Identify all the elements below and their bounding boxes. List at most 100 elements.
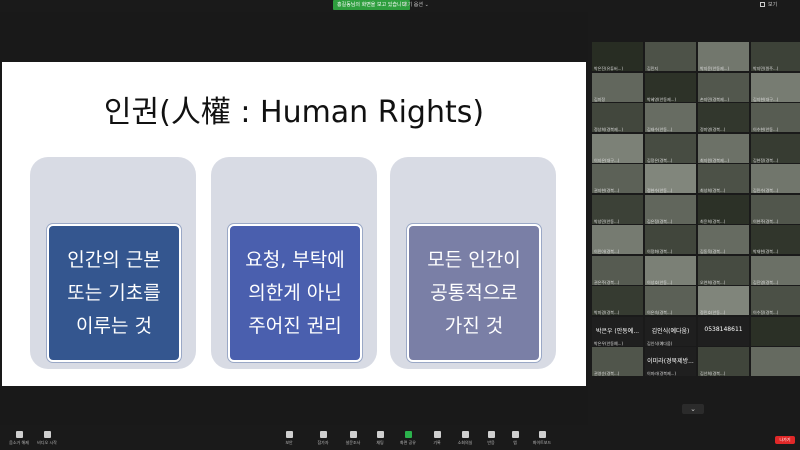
participant-tile[interactable]: 오연희(경북...) <box>698 255 749 285</box>
concept-line: 인간의 근본 <box>67 248 161 271</box>
participant-tile[interactable]: 박성민(안동...) <box>592 194 643 224</box>
participant-name-label: 정상희(경북제...) <box>594 127 624 132</box>
participant-display-name: 김인식(예다움) <box>651 327 690 335</box>
participant-name-label: 김동욱(경북...) <box>700 249 726 254</box>
participant-name-label: 박재현(경북...) <box>753 249 779 254</box>
participant-tile[interactable]: 정현수(안동...) <box>645 164 696 193</box>
participant-name-label: 손지민(경북제...) <box>700 96 730 102</box>
participant-tile[interactable]: 권영순(경북...) <box>592 347 643 376</box>
participant-name-label: 이지은(대구...) <box>594 157 620 163</box>
concept-card-1: 인간의 근본 또는 기초를 이루는 것 <box>30 157 196 369</box>
participant-tile[interactable]: 박은진(유튜버...) <box>592 42 643 71</box>
gallery-next-page-button[interactable]: ⌄ <box>682 404 704 414</box>
participant-tile[interactable]: 이은숙(경북...) <box>645 286 696 315</box>
fullscreen-label: 보기 <box>768 2 778 8</box>
participant-tile[interactable]: 권지현(경북...) <box>592 164 643 193</box>
participant-tile[interactable] <box>751 347 800 376</box>
participant-name-label: 김정은(경북...) <box>647 157 673 163</box>
participant-name-label: 이현주(경북...) <box>753 218 779 224</box>
participant-name-label: 정현수(안동...) <box>647 188 673 193</box>
participant-name-label: 김태수(안동...) <box>647 127 673 132</box>
leave-meeting-button[interactable]: 나가기 <box>775 436 795 444</box>
participant-name-label: 김미정 <box>594 96 606 102</box>
participant-tile[interactable]: 권은주(경북...) <box>592 255 643 285</box>
participant-tile[interactable]: 0538148611 <box>698 316 749 346</box>
participant-name-label: 김지현(대구...) <box>753 96 779 102</box>
whiteboard-icon <box>538 431 546 438</box>
participant-tile[interactable]: 김진영(경북...) <box>751 255 800 285</box>
participant-tile[interactable]: 박은우 (안동예... 박은우(안동예...) <box>592 316 643 346</box>
concept-line: 또는 기초를 <box>67 281 161 304</box>
participant-tile[interactable]: 김인식(예다움) 김인식(예다움) <box>645 316 696 346</box>
view-options-button[interactable]: 보기 옵션 ⌄ <box>403 0 429 10</box>
participant-tile[interactable]: 이민아(경북...) <box>592 225 643 254</box>
participant-tile[interactable]: 김지현(대구...) <box>751 72 800 102</box>
participant-name-label: 김은정(경북...) <box>647 218 673 224</box>
toolbar-button-poll[interactable]: 설문조사 <box>338 431 368 449</box>
participant-tile[interactable]: 이지은(대구...) <box>592 133 643 163</box>
participant-name-label: 이성호(안동...) <box>647 279 673 285</box>
participant-name-label: 김진영(경북...) <box>753 279 779 285</box>
toolbar-button-participants[interactable]: 참가자 <box>308 431 338 449</box>
concept-line: 주어진 권리 <box>248 314 342 337</box>
toolbar-button-video[interactable]: 비디오 시작 <box>32 431 62 449</box>
participant-tile[interactable]: 정미영(경북...) <box>698 103 749 132</box>
participant-tile[interactable]: 김민지 <box>645 42 696 71</box>
participants-icon <box>319 431 327 438</box>
participant-tile[interactable]: 이수현(안동...) <box>751 103 800 132</box>
concept-line: 의한게 아닌 <box>248 281 342 304</box>
participant-tile[interactable]: 김동욱(경북...) <box>698 225 749 254</box>
participant-tile[interactable]: 김민수(경북...) <box>751 164 800 193</box>
concept-line: 공통적으로 <box>430 281 518 304</box>
concept-line: 가진 것 <box>444 314 504 337</box>
participant-tile[interactable]: 박미경(경북...) <box>592 286 643 315</box>
shared-screen: 인권(人權 : Human Rights) 인간의 근본 또는 기초를 이루는 … <box>0 12 588 425</box>
poll-icon <box>349 431 357 438</box>
participant-tile[interactable]: 손지민(경북제...) <box>698 72 749 102</box>
participant-tile[interactable]: 이미라(경북제방... 이미라(경북제...) <box>645 347 696 376</box>
record-icon <box>433 431 441 438</box>
participant-tile[interactable]: 박혜영(안동제...) <box>645 72 696 102</box>
concept-line: 이루는 것 <box>76 314 152 337</box>
participant-name-label: 김민지 <box>647 66 659 71</box>
participant-tile[interactable]: 정민호(안동...) <box>698 286 749 315</box>
screen-share-notice[interactable]: 홍길동님의 화면을 보고 있습니다 <box>333 0 411 10</box>
participant-name-label: 김현정(경북...) <box>753 157 779 163</box>
participant-tile[interactable]: 김미정 <box>592 72 643 102</box>
participant-tile[interactable]: 최윤희(경북...) <box>698 194 749 224</box>
toolbar-button-share-screen[interactable]: 화면 공유 <box>393 431 423 449</box>
video-icon <box>43 431 51 438</box>
participant-name-label: 정미영(경북...) <box>700 127 726 132</box>
mic-icon <box>15 431 23 438</box>
participant-name-label: 이수정(경북...) <box>753 310 779 315</box>
fullscreen-button[interactable]: 보기 <box>760 0 777 10</box>
participant-tile[interactable]: 김현정(경북...) <box>751 133 800 163</box>
participant-tile[interactable]: 박지윤(안동제...) <box>698 42 749 71</box>
participant-tile[interactable]: 김정은(경북...) <box>645 133 696 163</box>
toolbar-button-shield[interactable]: 보안 <box>274 431 304 449</box>
participant-tile[interactable]: 김태수(안동...) <box>645 103 696 132</box>
concept-card-3: 모든 인간이 공통적으로 가진 것 <box>390 157 556 369</box>
toolbar-button-mic[interactable]: 음소거 해제 <box>4 431 34 449</box>
participant-tile[interactable]: 김선희(경북...) <box>698 347 749 376</box>
participant-name-label: 박지윤(안동제...) <box>700 66 730 71</box>
toolbar-button-chat[interactable]: 채팅 <box>365 431 395 449</box>
participant-tile[interactable]: 최지원(경북제...) <box>698 133 749 163</box>
participant-tile[interactable]: 김은정(경북...) <box>645 194 696 224</box>
participant-tile[interactable]: 이현주(경북...) <box>751 194 800 224</box>
share-screen-icon <box>404 431 412 438</box>
participant-tile[interactable]: 최성희(경북...) <box>698 164 749 193</box>
apps-icon <box>511 431 519 438</box>
participant-tile[interactable] <box>751 316 800 346</box>
toolbar-button-whiteboard[interactable]: 화이트보드 <box>527 431 557 449</box>
participant-tile[interactable]: 박지민(원주...) <box>751 42 800 71</box>
participant-tile[interactable]: 박재현(경북...) <box>751 225 800 254</box>
participant-tile[interactable]: 이성호(안동...) <box>645 255 696 285</box>
toolbar-button-apps[interactable]: 앱 <box>500 431 530 449</box>
toolbar-label: 보안 <box>285 440 293 445</box>
participant-name-label: 이정화(경북...) <box>647 249 673 254</box>
participant-tile[interactable]: 이정화(경북...) <box>645 225 696 254</box>
toolbar-button-record[interactable]: 기록 <box>422 431 452 449</box>
participant-tile[interactable]: 정상희(경북제...) <box>592 103 643 132</box>
participant-tile[interactable]: 이수정(경북...) <box>751 286 800 315</box>
